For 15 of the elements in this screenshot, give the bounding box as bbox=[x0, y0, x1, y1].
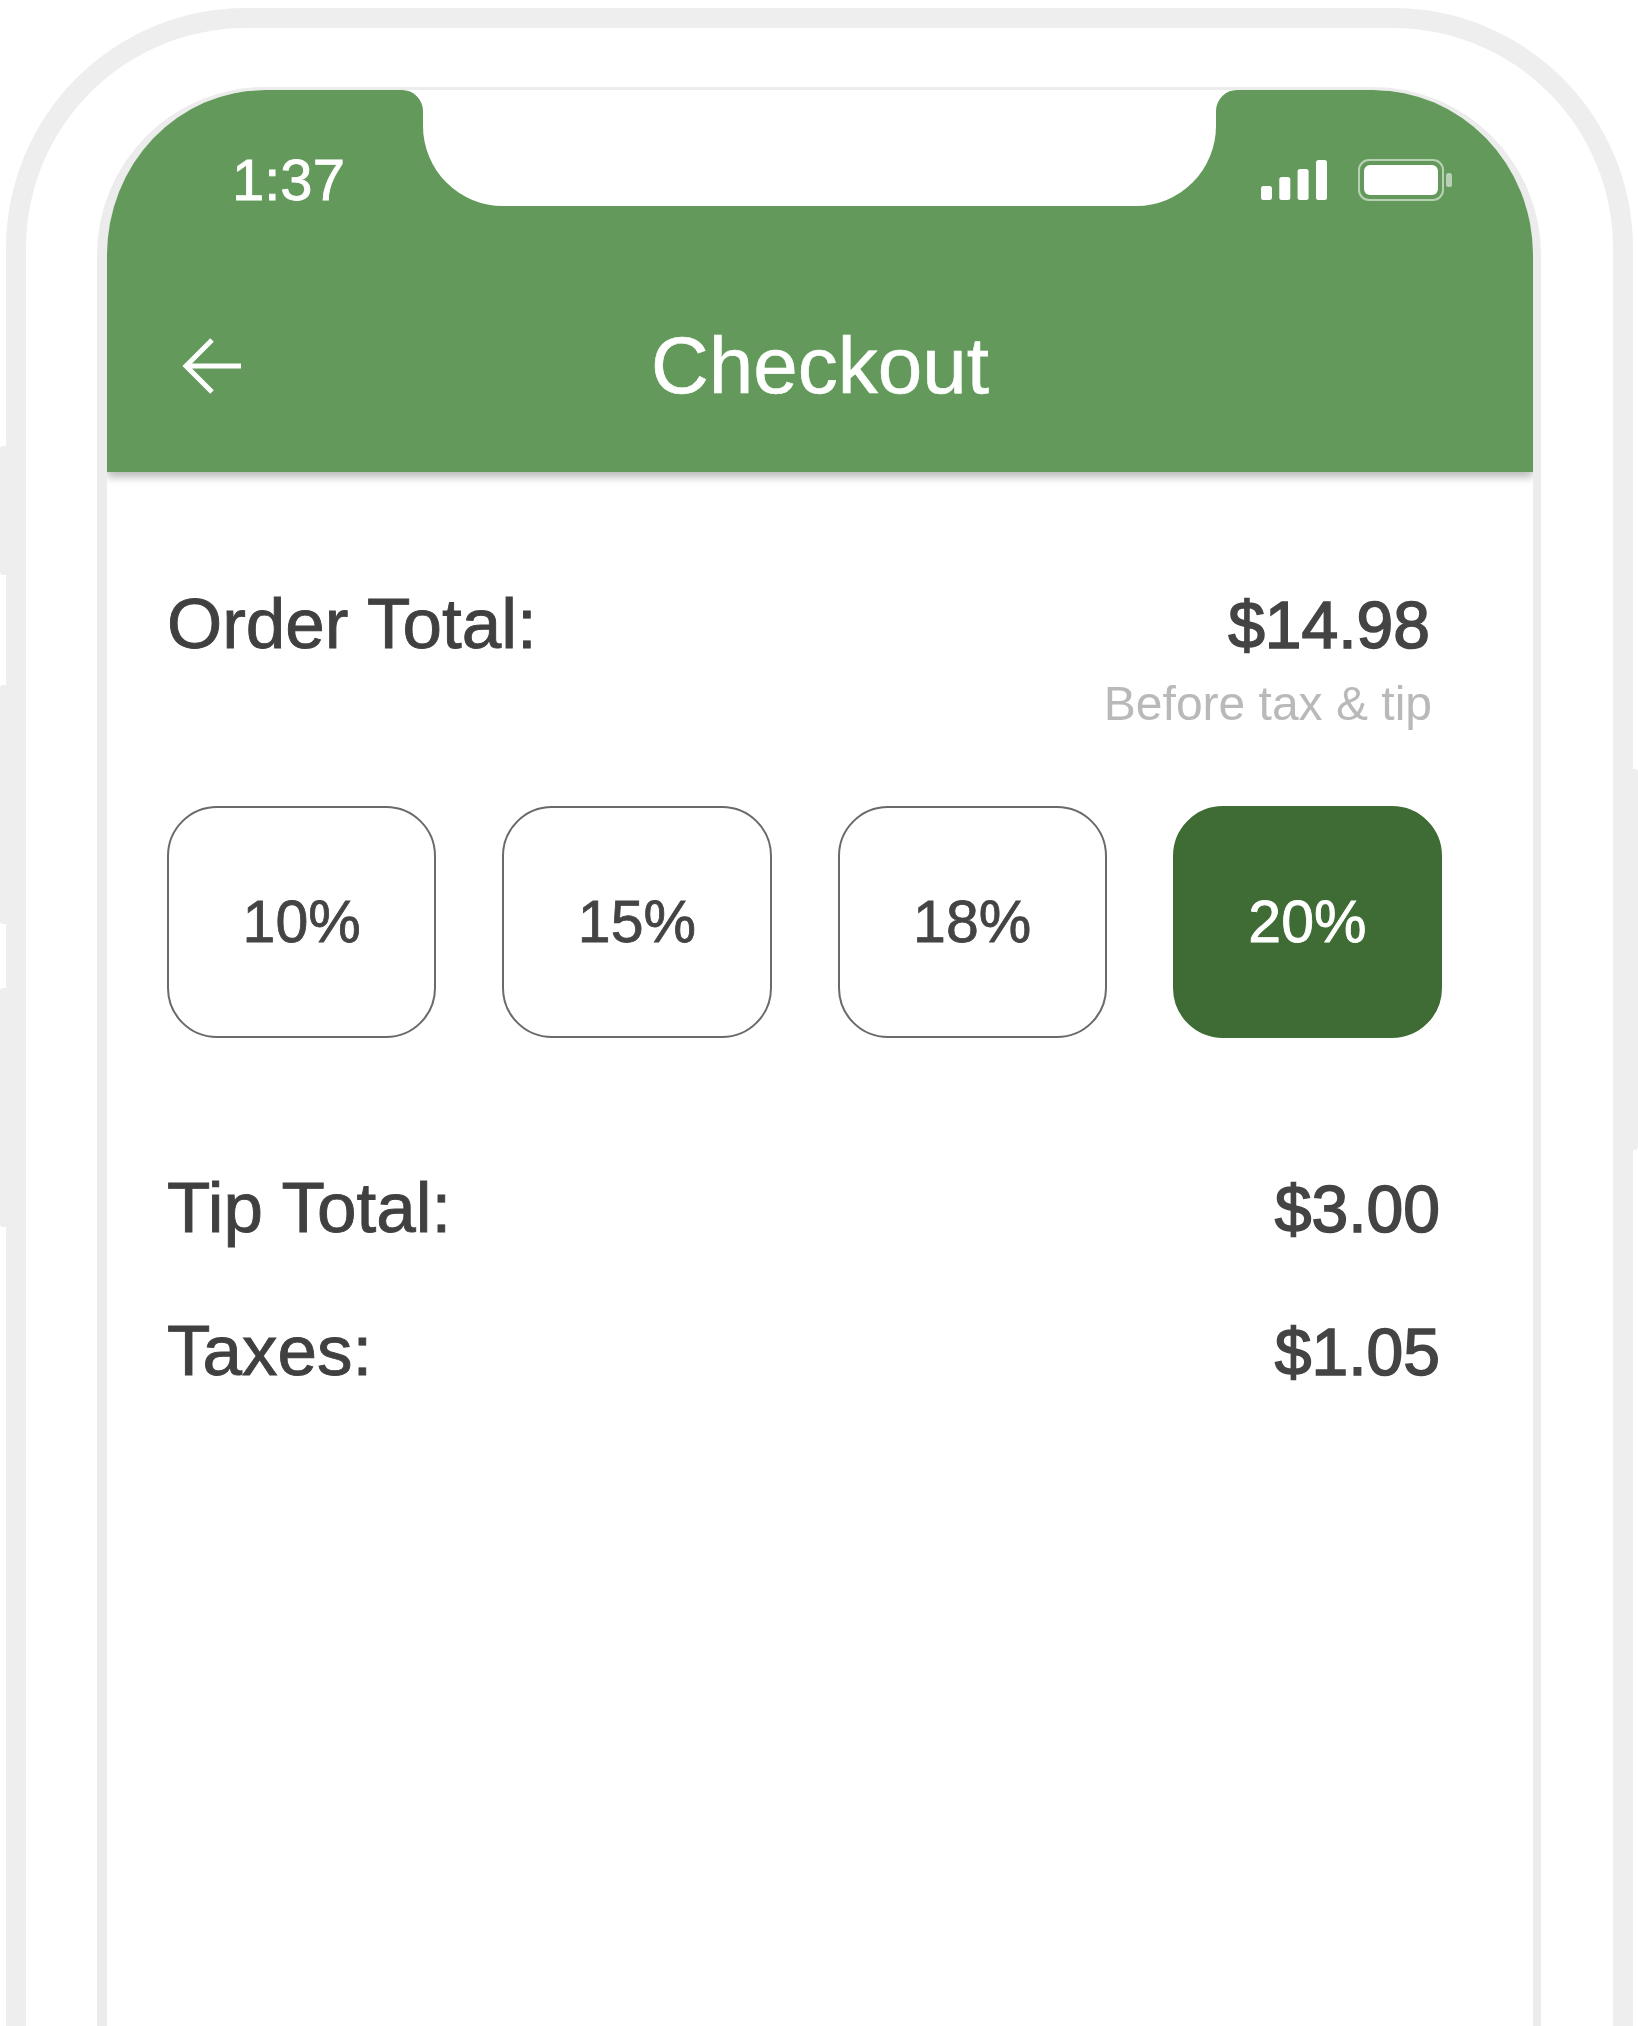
summary-value: $1.05 bbox=[1274, 1313, 1440, 1391]
tip-button[interactable]: 20% bbox=[1172, 805, 1442, 1038]
status-time: 1:37 bbox=[232, 151, 345, 209]
signal-icon bbox=[1261, 160, 1327, 200]
summary-label: Taxes: bbox=[167, 1309, 373, 1392]
tip-button[interactable]: 10% bbox=[167, 805, 437, 1038]
order-total-note: Before tax & tip bbox=[1102, 676, 1432, 733]
order-total-value: $14.98 bbox=[1228, 587, 1430, 664]
tip-button[interactable]: 18% bbox=[837, 805, 1107, 1038]
summary-label: Tip Total: bbox=[167, 1166, 452, 1249]
order-total-label: Order Total: bbox=[167, 583, 537, 665]
summary-value: $3.00 bbox=[1274, 1170, 1440, 1248]
tip-button[interactable]: 15% bbox=[502, 805, 772, 1038]
screen-title: Checkout bbox=[651, 322, 989, 410]
battery-icon bbox=[1358, 159, 1452, 201]
